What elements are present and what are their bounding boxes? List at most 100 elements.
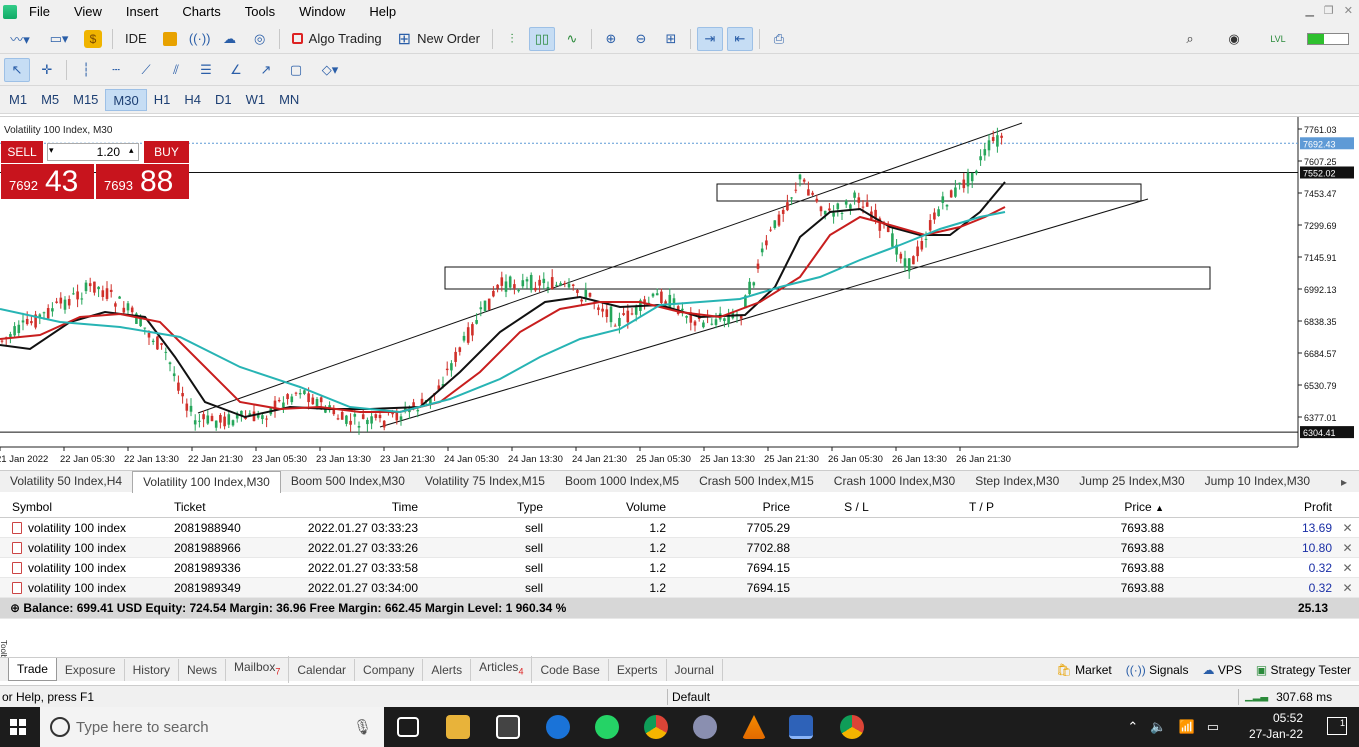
line-chart-icon[interactable]: ∿ [559,27,585,51]
chart-tab[interactable]: Crash 1000 Index,M30 [824,471,965,492]
autoscroll-icon[interactable]: ⇥ [696,26,723,51]
whatsapp-icon[interactable] [595,715,619,739]
toolbox-tab[interactable]: History [125,658,179,681]
minimize-icon[interactable]: ▁ [1305,4,1313,17]
vlc-icon[interactable] [742,715,766,739]
task-view-icon[interactable] [397,717,419,737]
toolbox-tab[interactable]: News [179,658,226,681]
table-row[interactable]: volatility 100 index 2081989336 2022.01.27… [0,558,1359,578]
col-type[interactable]: Type [422,500,547,514]
sell-price-box[interactable]: 7692 43 [1,164,94,199]
toolbox-tab[interactable]: Articles4 [471,656,533,683]
tf-h4[interactable]: H4 [177,89,208,111]
chart-tab[interactable]: Jump 10 Index,M30 [1195,471,1320,492]
menu-charts[interactable]: Charts [170,0,232,24]
taskbar-search-input[interactable]: Type here to search 🎙 [40,707,384,747]
strategy-tester-link[interactable]: ▣ Strategy Tester [1256,658,1351,682]
signals-link[interactable]: ((·)) Signals [1126,658,1189,682]
screenshot-icon[interactable]: ⎙ [766,27,792,51]
menu-view[interactable]: View [62,0,114,24]
chart-tab[interactable]: Volatility 100 Index,M30 [132,470,281,493]
tf-m15[interactable]: M15 [66,89,105,111]
network-icon[interactable]: 📶 [1179,719,1195,735]
trendline-icon[interactable]: ⟋ [133,58,159,82]
chart-tab[interactable]: Crash 500 Index,M15 [689,471,824,492]
vps-globe-icon[interactable]: ◎ [247,27,273,51]
shapes-menu-icon[interactable]: ◇▾ [313,58,347,82]
chrome-2-icon[interactable] [840,715,864,739]
file-explorer-icon[interactable] [446,715,470,739]
volume-icon[interactable]: 🔈 [1150,719,1166,735]
menu-insert[interactable]: Insert [114,0,171,24]
lot-size-input[interactable]: 1.20 [47,143,139,161]
toolbox-tab[interactable]: Exposure [57,658,125,681]
col-price[interactable]: Price ▲ [1044,500,1168,514]
col-volume[interactable]: Volume [547,500,670,514]
channel-icon[interactable]: ⫽ [163,58,189,82]
close-icon[interactable]: ✕ [1344,4,1353,17]
menu-window[interactable]: Window [287,0,357,24]
col-time[interactable]: Time [282,500,422,514]
battery-icon[interactable]: ▭ [1207,719,1219,735]
fibonacci-icon[interactable]: ☰ [193,58,219,82]
toolbox-tab[interactable]: Alerts [423,658,472,681]
search-icon[interactable]: ⌕ [1177,27,1203,51]
restore-icon[interactable]: ❐ [1324,4,1334,17]
notification-icon[interactable]: 1 [1327,717,1347,735]
app-icon[interactable] [693,715,717,739]
close-position-icon[interactable]: ✕ [1336,521,1359,535]
menu-help[interactable]: Help [357,0,408,24]
toolbox-tab[interactable]: Journal [667,658,723,681]
toolbox-tab[interactable]: Experts [609,658,667,681]
close-position-icon[interactable]: ✕ [1336,541,1359,555]
tf-d1[interactable]: D1 [208,89,239,111]
tf-m30[interactable]: M30 [105,88,147,111]
chart-templates-icon[interactable]: ▭▾ [42,27,76,51]
metatrader-icon[interactable] [789,715,813,739]
table-row[interactable]: volatility 100 index 2081989349 2022.01.27… [0,578,1359,598]
toolbox-tab[interactable]: Calendar [289,658,356,681]
crosshair-icon[interactable]: ✛ [34,58,60,82]
tf-mn[interactable]: MN [272,89,306,111]
vertical-line-icon[interactable]: ┆ [73,58,99,82]
chart-canvas[interactable]: 7761.03 7607.25 7453.47 7299.69 7145.91 6992.… [0,117,1359,467]
ide-button[interactable]: IDE [119,27,153,51]
table-row[interactable]: volatility 100 index 2081988966 2022.01.27… [0,538,1359,558]
edge-icon[interactable] [546,715,570,739]
toolbox-label[interactable]: Toolbox [0,640,8,668]
chart-tab[interactable]: Volatility 50 Index,H4 [0,471,132,492]
buy-price-box[interactable]: 7693 88 [96,164,189,199]
cursor-icon[interactable]: ↖ [4,57,30,82]
toolbox-tab[interactable]: Mailbox7 [226,656,290,683]
menu-file[interactable]: File [17,0,62,24]
col-tp[interactable]: T / P [919,500,1044,514]
cloud-icon[interactable]: ☁ [217,27,243,51]
store-icon[interactable] [496,715,520,739]
vps-link[interactable]: ☁ VPS [1202,658,1241,682]
zoom-out-icon[interactable]: ⊖ [628,27,654,51]
account-icon[interactable]: ◉ [1221,27,1247,51]
buy-button[interactable]: BUY [144,141,189,163]
col-symbol[interactable]: Symbol [0,500,170,514]
tf-w1[interactable]: W1 [239,89,273,111]
chart-tab[interactable]: Jump 25 Index,M30 [1069,471,1194,492]
start-windows-icon[interactable] [10,719,26,735]
col-sl[interactable]: S / L [794,500,919,514]
col-open-price[interactable]: Price [670,500,794,514]
chart-tab[interactable]: Step Index,M30 [965,471,1069,492]
tf-m5[interactable]: M5 [34,89,66,111]
tray-chevron-icon[interactable]: ⌃ [1127,719,1138,735]
taskbar-clock[interactable]: 05:52 27-Jan-22 [1249,710,1303,742]
tf-h1[interactable]: H1 [147,89,178,111]
sell-button[interactable]: SELL [1,141,43,163]
zoom-in-icon[interactable]: ⊕ [598,27,624,51]
chart-type-icon[interactable]: 〰▾ [2,27,38,51]
toolbox-tab[interactable]: Company [355,658,424,681]
signal-icon[interactable]: ((·)) [187,27,213,51]
new-order-button[interactable]: ⊞ New Order [392,27,486,51]
lot-up-icon[interactable]: ▴ [129,145,134,156]
chart-tab[interactable]: Boom 500 Index,M30 [281,471,415,492]
table-row[interactable]: volatility 100 index 2081988940 2022.01.27… [0,518,1359,538]
horizontal-line-icon[interactable]: ┄ [103,58,129,82]
status-profile[interactable]: Default [668,690,1238,704]
